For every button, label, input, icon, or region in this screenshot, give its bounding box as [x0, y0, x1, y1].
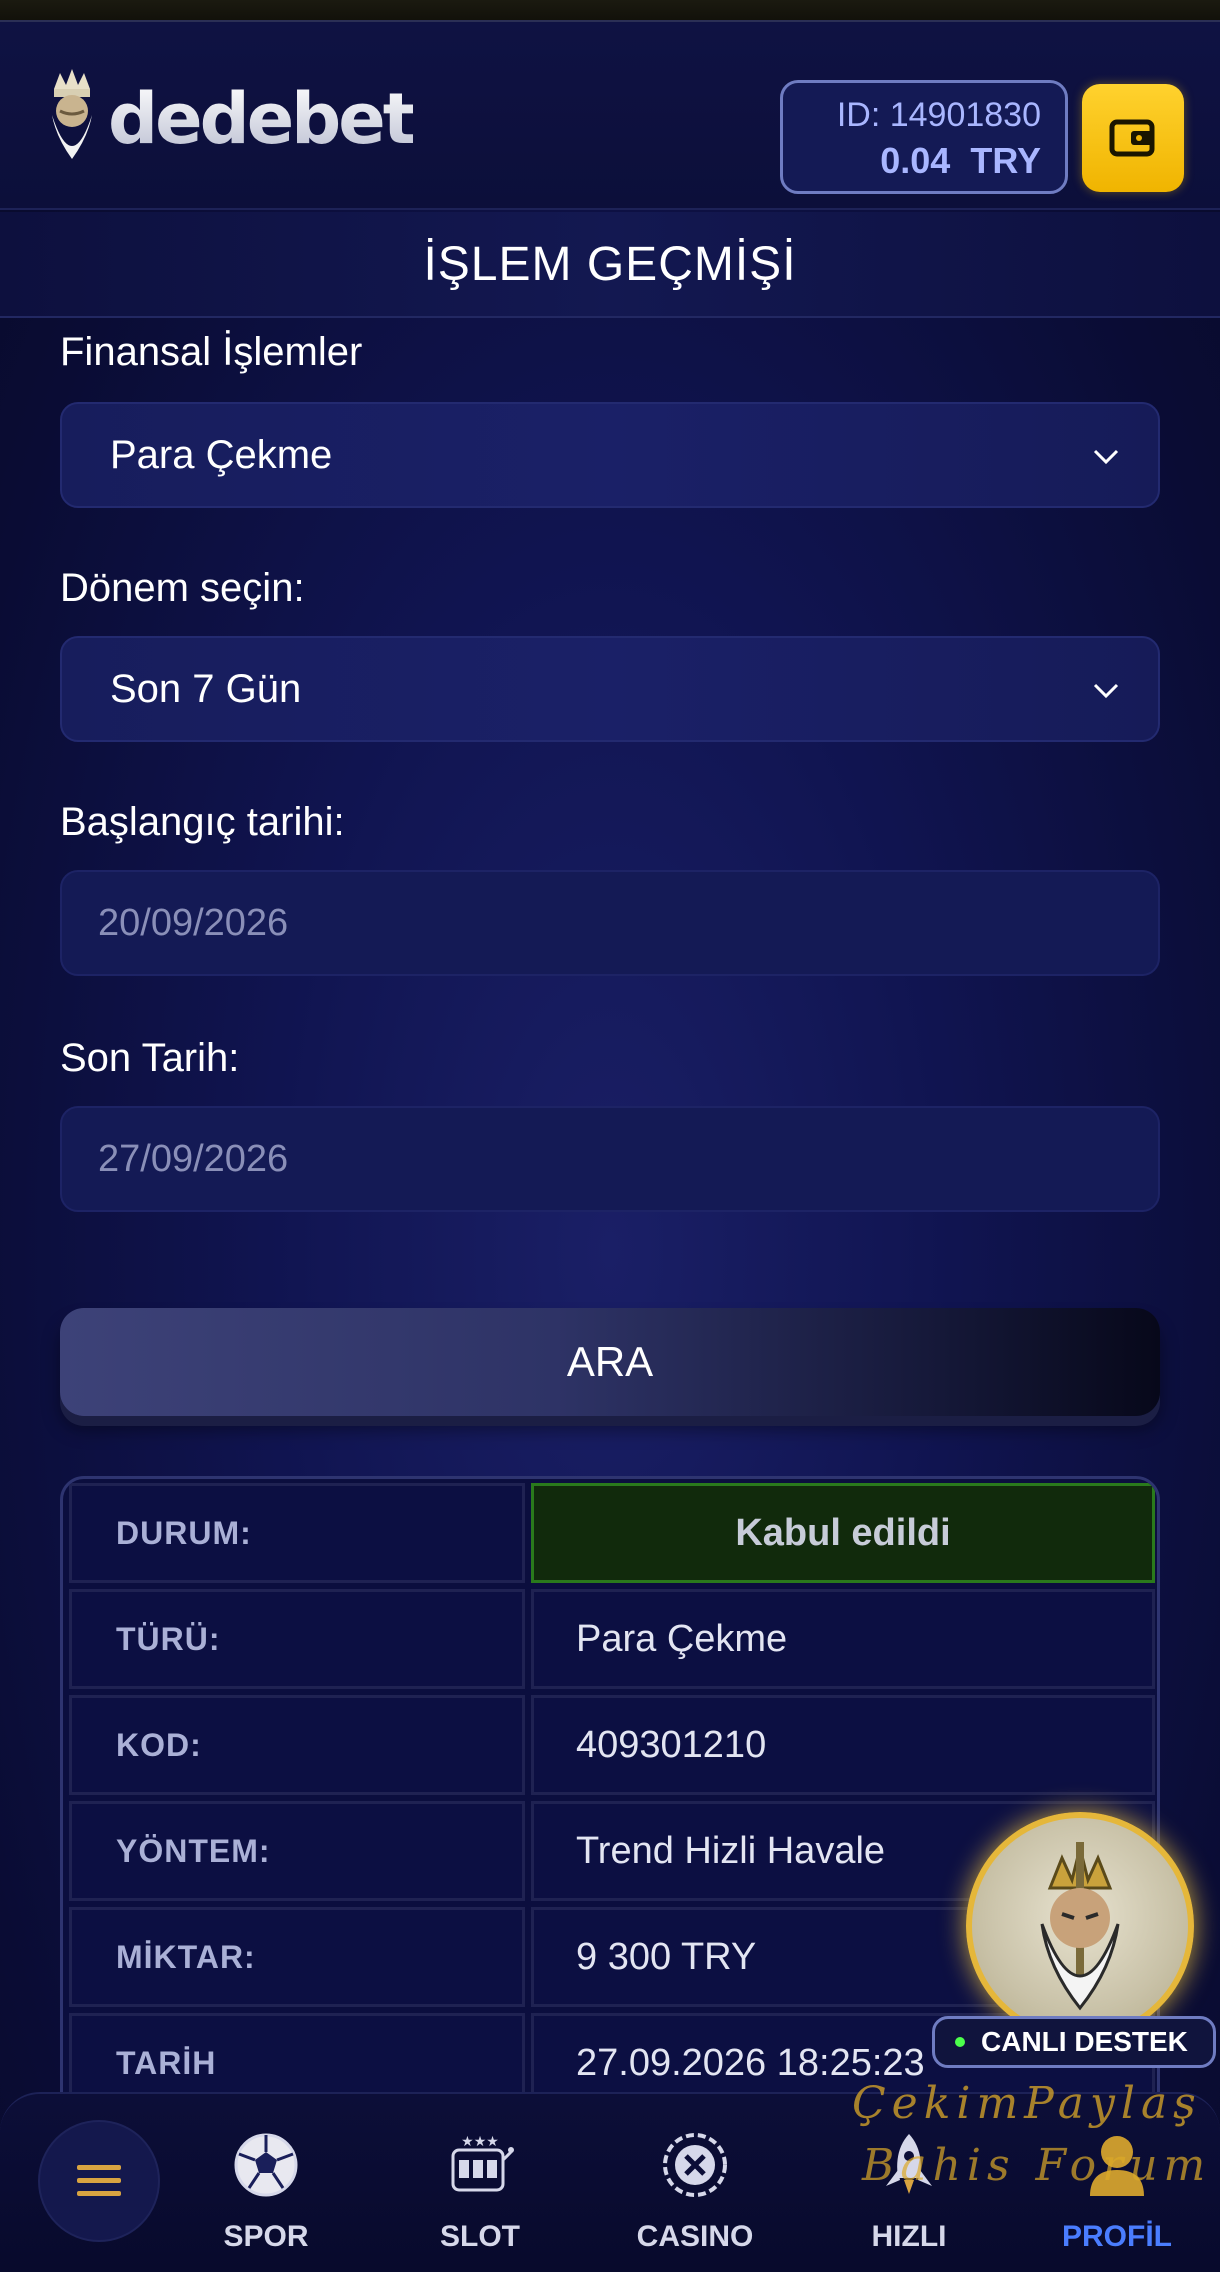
- online-dot: [955, 2037, 965, 2047]
- financial-select[interactable]: Para Çekme: [60, 402, 1160, 508]
- table-row: KOD: 409301210: [69, 1695, 1155, 1795]
- soccer-ball-icon: [234, 2133, 298, 2197]
- roulette-chip-icon: [663, 2133, 727, 2197]
- balance-currency: TRY: [970, 140, 1041, 181]
- nav-label-slot: SLOT: [440, 2220, 520, 2253]
- user-id: ID: 14901830: [836, 96, 1041, 134]
- nav-label-casino: CASINO: [636, 2220, 754, 2253]
- nav-item-slot[interactable]: ★★★ SLOT: [395, 2130, 565, 2260]
- nav-item-hizli[interactable]: HIZLI: [824, 2130, 994, 2260]
- nav-item-profil[interactable]: PROFİL: [1032, 2130, 1202, 2260]
- nav-label-profil: PROFİL: [1062, 2220, 1172, 2253]
- table-row: DURUM: Kabul edildi: [69, 1483, 1155, 1583]
- period-select-value: Son 7 Gün: [110, 666, 302, 711]
- svg-text:★★★: ★★★: [461, 2134, 499, 2150]
- logo-text: dedebet: [108, 78, 416, 160]
- end-date-value: 27/09/2026: [98, 1137, 289, 1180]
- amount-key: MİKTAR:: [69, 1907, 525, 2007]
- type-key: TÜRÜ:: [69, 1589, 525, 1689]
- status-key: DURUM:: [69, 1483, 525, 1583]
- chevron-down-icon: [1093, 683, 1119, 699]
- status-strip: [0, 0, 1220, 22]
- nav-label-spor: SPOR: [223, 2220, 309, 2253]
- rocket-icon: [886, 2134, 932, 2194]
- page-title: İŞLEM GEÇMİŞİ: [423, 237, 797, 291]
- king-avatar-icon: [1040, 1842, 1120, 2011]
- menu-button[interactable]: [38, 2120, 160, 2242]
- hamburger-icon: [77, 2165, 121, 2196]
- user-icon: [1090, 2136, 1144, 2196]
- financial-select-value: Para Çekme: [110, 432, 333, 477]
- balance-box[interactable]: ID: 14901830 0.04 TRY: [780, 80, 1068, 194]
- period-select[interactable]: Son 7 Gün: [60, 636, 1160, 742]
- code-key: KOD:: [69, 1695, 525, 1795]
- support-avatar: [966, 1812, 1194, 2040]
- title-bar: İŞLEM GEÇMİŞİ: [0, 212, 1220, 318]
- table-row: TÜRÜ: Para Çekme: [69, 1589, 1155, 1689]
- balance-value: 0.04: [880, 140, 951, 181]
- search-button-label: ARA: [566, 1338, 654, 1385]
- chevron-down-icon: [1093, 449, 1119, 465]
- type-value: Para Çekme: [531, 1589, 1155, 1689]
- end-date-label: Son Tarih:: [60, 1036, 240, 1080]
- financial-label: Finansal İşlemler: [60, 330, 363, 374]
- code-value: 409301210: [531, 1695, 1155, 1795]
- start-date-label: Başlangıç tarihi:: [60, 800, 345, 844]
- wallet-icon: [1109, 119, 1155, 157]
- nav-label-hizli: HIZLI: [871, 2220, 947, 2253]
- period-label: Dönem seçin:: [60, 566, 305, 610]
- nav-item-spor[interactable]: SPOR: [181, 2130, 351, 2260]
- header: dedebet ID: 14901830 0.04 TRY: [0, 22, 1220, 210]
- method-key: YÖNTEM:: [69, 1801, 525, 1901]
- king-logo-icon: [52, 69, 92, 159]
- nav-item-casino[interactable]: CASINO: [610, 2130, 780, 2260]
- live-support-button[interactable]: CANLI DESTEK: [932, 1812, 1218, 2068]
- slot-machine-icon: ★★★: [451, 2134, 514, 2192]
- balance-amount: 0.04 TRY: [783, 137, 1041, 185]
- start-date-field[interactable]: 20/09/2026: [60, 870, 1160, 976]
- logo[interactable]: dedebet: [40, 64, 416, 174]
- wallet-button[interactable]: [1082, 84, 1184, 192]
- search-button[interactable]: ARA: [60, 1308, 1160, 1416]
- live-support-label: CANLI DESTEK: [981, 2026, 1188, 2057]
- start-date-value: 20/09/2026: [98, 901, 289, 944]
- live-support-pill: CANLI DESTEK: [932, 2016, 1216, 2068]
- page: dedebet ID: 14901830 0.04 TRY İŞLEM GEÇMİ…: [0, 0, 1220, 2272]
- end-date-field[interactable]: 27/09/2026: [60, 1106, 1160, 1212]
- status-badge: Kabul edildi: [531, 1483, 1155, 1583]
